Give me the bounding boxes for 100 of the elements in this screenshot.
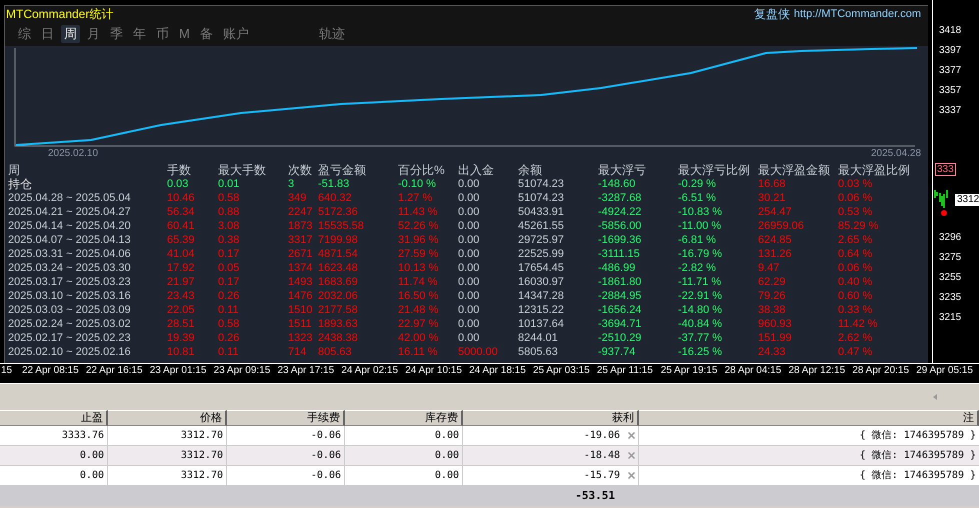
- table-cell-text: 0.33 %: [838, 303, 874, 317]
- period-tab[interactable]: 周: [61, 25, 80, 43]
- table-cell-text: 65.39: [167, 233, 196, 247]
- table-cell-text: -19.06: [584, 429, 620, 443]
- table-cell-text: -148.60: [598, 177, 636, 191]
- table-cell-text: 0.00: [458, 191, 480, 205]
- table-cell-text: 11.74 %: [398, 275, 439, 289]
- table-cell-text: 1623.48: [318, 261, 359, 275]
- period-tab[interactable]: 年: [130, 25, 149, 43]
- table-cell-text: -3111.15: [598, 247, 641, 261]
- scroll-left-icon[interactable]: [933, 394, 937, 400]
- table-cell-text: 1323: [288, 331, 314, 345]
- table-cell-text: 12315.22: [518, 303, 565, 317]
- table-cell-text: 19.39: [167, 331, 196, 345]
- table-cell-text: -6.51 %: [678, 191, 717, 205]
- table-cell-text: 45261.55: [518, 219, 565, 233]
- table-cell-text: 0.00: [458, 275, 480, 289]
- table-cell-text: 0.03 %: [838, 177, 874, 191]
- table-cell-text: 2247: [288, 205, 314, 219]
- period-tab[interactable]: M: [176, 25, 193, 43]
- table-cell-text: 2.65 %: [838, 233, 874, 247]
- period-tab[interactable]: 季: [107, 25, 126, 43]
- close-icon[interactable]: [628, 452, 635, 459]
- time-label: 23 Apr 09:15: [212, 365, 272, 377]
- table-cell-text: 1493: [288, 275, 314, 289]
- website-link[interactable]: http://MTCommander.com: [794, 6, 921, 22]
- close-icon[interactable]: [628, 432, 635, 439]
- table-cell-text: 0.64 %: [838, 247, 874, 261]
- time-label: 22 Apr 16:15: [84, 365, 144, 377]
- table-cell-text: -18.48: [584, 449, 620, 463]
- column-header: 出入金: [458, 162, 495, 176]
- table-cell-text: -486.99: [598, 261, 636, 275]
- table-cell-text: 26959.06: [758, 219, 805, 233]
- table-cell-text: -1699.36: [598, 233, 642, 247]
- close-icon[interactable]: [628, 472, 635, 479]
- table-cell-text: 3: [288, 177, 296, 191]
- table-cell-text: 16030.97: [518, 275, 565, 289]
- price-label: 3255: [938, 271, 962, 285]
- table-cell-text: 1511: [288, 317, 313, 331]
- table-cell-text: 0.01: [218, 177, 240, 191]
- table-cell-text: 56.34: [167, 205, 196, 219]
- period-tab[interactable]: 日: [38, 25, 57, 43]
- table-cell-text: 0.00: [434, 469, 459, 483]
- table-cell-text: 21.48 %: [398, 303, 440, 317]
- column-header: 周: [8, 162, 21, 176]
- period-tab[interactable]: 币: [153, 25, 172, 43]
- table-cell-text: 2025.03.03 ~ 2025.03.09: [8, 303, 132, 317]
- chart-start-date: 2025.02.10: [48, 147, 98, 161]
- time-label: 23 Apr 01:15: [148, 365, 208, 377]
- table-cell-text: 0.00: [458, 303, 480, 317]
- table-cell-text: 0.11: [218, 303, 240, 317]
- table-cell-text: 131.26: [758, 247, 793, 261]
- table-cell-text: 14347.28: [518, 289, 565, 303]
- time-label: 22 Apr 08:15: [20, 365, 80, 377]
- table-cell-text: { 微信: 1746395789 }: [860, 429, 976, 443]
- time-label: 25 Apr 03:15: [532, 365, 591, 377]
- table-cell-text: 3312.70: [180, 469, 223, 483]
- price-label: 3397: [938, 44, 962, 58]
- period-tab[interactable]: 综: [15, 25, 34, 43]
- table-cell-text: -0.06: [310, 429, 341, 443]
- table-cell-text: -2.82 %: [678, 261, 717, 275]
- table-cell-text: -11.71 %: [678, 275, 722, 289]
- period-tab[interactable]: 备: [196, 25, 216, 43]
- period-tab[interactable]: 月: [84, 25, 103, 43]
- table-cell-text: 22.97 %: [398, 317, 440, 331]
- table-cell-text: 1374: [288, 261, 314, 275]
- table-cell-text: 1476: [288, 289, 314, 303]
- chart-end-date: 2025.04.28: [871, 147, 922, 161]
- ask-price-tag: 333: [935, 163, 956, 176]
- price-label: 3235: [938, 291, 962, 305]
- table-cell-text: 28.51: [167, 317, 196, 331]
- table-cell-text: 17.92: [167, 261, 196, 275]
- time-label: 28 Apr 04:15: [724, 365, 782, 377]
- price-label: 3418: [938, 24, 962, 38]
- table-cell-text: 0.00: [434, 449, 459, 463]
- table-cell-text: 10.13 %: [398, 261, 440, 275]
- table-cell-text: 0.40 %: [838, 275, 874, 289]
- table-cell-text: 0.47 %: [838, 345, 874, 359]
- table-cell-text: 15535.58: [318, 219, 365, 233]
- table-cell-text: 0.00: [458, 205, 480, 219]
- table-cell-text: 0.00: [458, 317, 480, 331]
- table-cell-text: 349: [288, 191, 308, 205]
- period-tab[interactable]: 账户: [220, 25, 252, 43]
- table-cell-text: 31.96 %: [398, 233, 440, 247]
- table-cell-text: 960.93: [758, 317, 793, 331]
- table-cell-text: 2025.02.17 ~ 2025.02.23: [8, 331, 132, 345]
- table-cell-text: 5000.00: [458, 345, 499, 359]
- table-cell-text: 0.58: [218, 317, 240, 331]
- table-cell-text: 0.06 %: [838, 191, 874, 205]
- table-cell-text: -0.10 %: [398, 177, 437, 191]
- table-cell-text: 2025.04.14 ~ 2025.04.20: [8, 219, 132, 233]
- time-label: 28 Apr 20:15: [851, 365, 910, 377]
- table-cell-text: 0.38: [218, 233, 240, 247]
- table-cell-text: 11.42 %: [838, 317, 879, 331]
- track-tab[interactable]: 轨迹: [316, 25, 348, 43]
- table-cell-text: 3333.76: [62, 429, 104, 443]
- table-cell-text: -1861.80: [598, 275, 642, 289]
- table-cell-text: 0.26: [218, 331, 240, 345]
- column-header: 最大浮盈金额: [758, 162, 831, 176]
- table-cell-text: -0.06: [310, 449, 341, 463]
